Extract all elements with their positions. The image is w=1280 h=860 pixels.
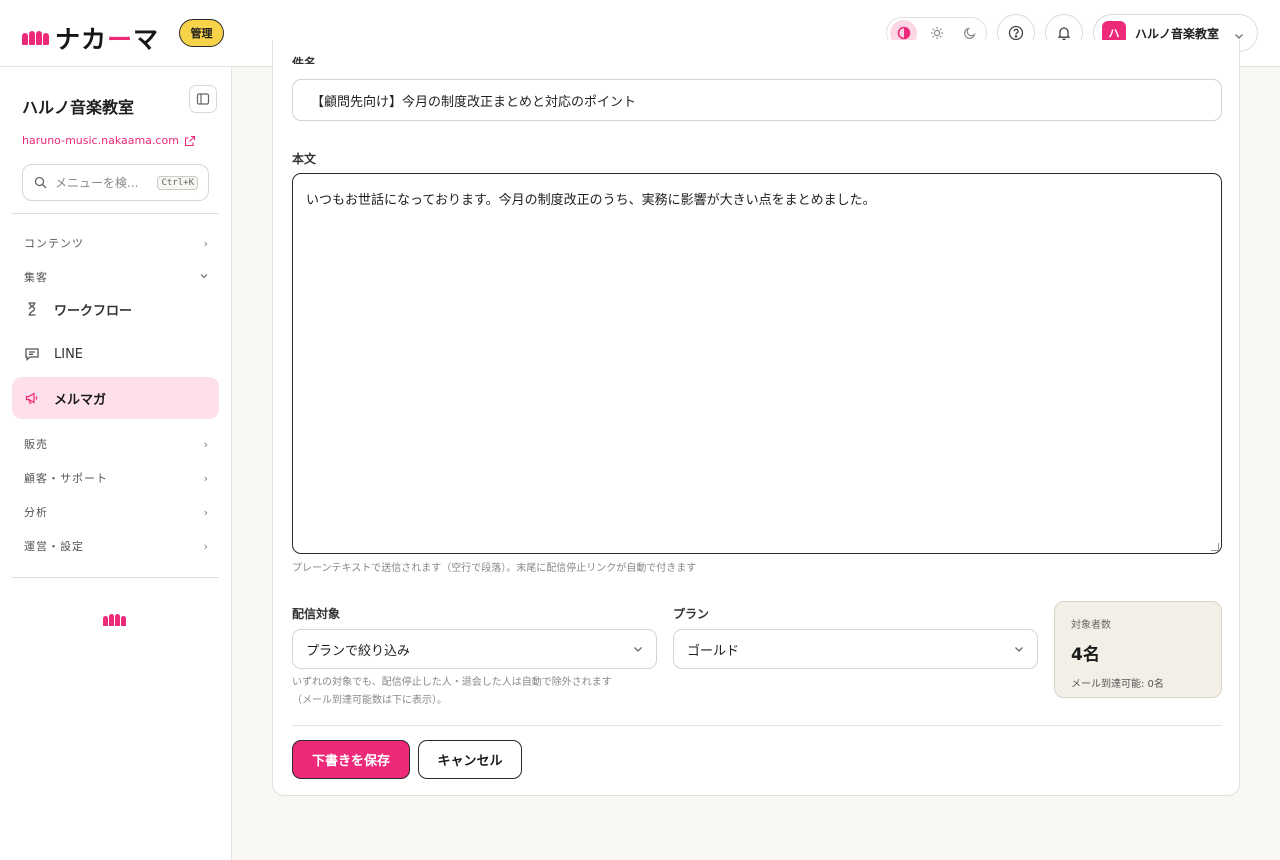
admin-badge: 管理 — [179, 19, 224, 47]
megaphone-icon — [25, 392, 38, 404]
sidebar: ハルノ音楽教室 haruno-music.nakaama.com メニューを検.… — [0, 67, 232, 860]
org-name: ハルノ音楽教室 — [22, 98, 135, 117]
count-title: 対象者数 — [1071, 620, 1111, 631]
subject-value: 【顧問先向け】今月の制度改正まとめと対応のポイント — [311, 94, 637, 110]
body-value: いつもお世話になっております。今月の制度改正のうち、実務に影響が大きい点をまとめ… — [306, 193, 876, 208]
save-draft-button[interactable]: 下書きを保存 — [292, 740, 410, 779]
sidebar-item-newsletter[interactable]: メルマガ — [12, 377, 219, 419]
cancel-button[interactable]: キャンセル — [418, 740, 522, 779]
chevron-down-icon — [632, 643, 644, 659]
sidebar-item-label: LINE — [54, 346, 84, 362]
sidebar-item-workflow[interactable]: ワークフロー — [12, 288, 219, 330]
org-url-text: haruno-music.nakaama.com — [22, 134, 179, 147]
chevron-down-icon — [1013, 643, 1025, 659]
chevron-down-icon — [199, 271, 209, 284]
target-label: 配信対象 — [292, 607, 341, 621]
logo-text: ナカーマ — [55, 25, 160, 54]
chevron-right-icon: › — [203, 437, 209, 451]
search-placeholder: メニューを検... — [55, 176, 139, 190]
group-label: コンテンツ — [24, 237, 84, 250]
footer-logo-icon — [103, 614, 126, 626]
plan-label: プラン — [673, 607, 710, 621]
sidebar-group-contents[interactable]: コンテンツ › — [24, 235, 209, 251]
sidebar-item-line[interactable]: LINE — [12, 333, 219, 375]
chat-icon — [25, 348, 39, 361]
count-value: 4名 — [1071, 645, 1100, 665]
chevron-right-icon: › — [203, 471, 209, 485]
target-value: プランで絞り込み — [306, 643, 411, 659]
sidebar-group-analytics[interactable]: 分析 › — [24, 504, 209, 520]
sidebar-toggle-icon[interactable] — [189, 85, 217, 113]
body-label: 本文 — [292, 152, 317, 166]
app-logo[interactable]: ナカーマ — [22, 20, 159, 56]
sidebar-divider — [12, 213, 219, 214]
group-label: 顧客・サポート — [24, 472, 108, 485]
chevron-right-icon: › — [203, 236, 209, 250]
plan-select[interactable]: ゴールド — [673, 629, 1038, 669]
search-shortcut: Ctrl+K — [157, 176, 198, 190]
recipient-count-box: 対象者数 4名 メール到達可能: 0名 — [1054, 601, 1222, 698]
group-label: 分析 — [24, 506, 48, 519]
menu-search-input[interactable]: メニューを検... Ctrl+K — [22, 164, 209, 201]
plan-value: ゴールド — [687, 643, 740, 659]
sidebar-group-sales[interactable]: 販売 › — [24, 436, 209, 452]
group-label: 販売 — [24, 438, 48, 451]
sidebar-group-customers[interactable]: 顧客・サポート › — [24, 470, 209, 486]
sidebar-group-operations[interactable]: 運営・設定 › — [24, 538, 209, 554]
count-deliverable: メール到達可能: 0名 — [1071, 679, 1164, 690]
resize-handle[interactable] — [1211, 543, 1219, 551]
group-label: 集客 — [24, 271, 48, 284]
body-hint: プレーンテキストで送信されます（空行で段落）。末尾に配信停止リンクが自動で付きま… — [292, 563, 697, 574]
group-label: 運営・設定 — [24, 540, 84, 553]
form-divider — [292, 725, 1222, 726]
search-icon — [34, 176, 47, 189]
sidebar-divider — [12, 577, 219, 578]
account-name: ハルノ音楽教室 — [1135, 26, 1220, 41]
subject-label: 件名 — [292, 56, 317, 64]
target-hint-2: （メール到達可能数は下に表示）。 — [292, 695, 447, 706]
sidebar-item-label: ワークフロー — [54, 303, 133, 319]
sidebar-item-label: メルマガ — [54, 392, 107, 408]
logo-mark-icon — [22, 31, 49, 45]
sidebar-group-marketing[interactable]: 集客 — [24, 269, 209, 285]
target-select[interactable]: プランで絞り込み — [292, 629, 657, 669]
chevron-right-icon: › — [203, 539, 209, 553]
target-hint-1: いずれの対象でも、配信停止した人・退会した人は自動で除外されます — [292, 677, 612, 688]
subject-field[interactable]: 【顧問先向け】今月の制度改正まとめと対応のポイント — [292, 79, 1222, 121]
hourglass-icon — [28, 302, 36, 316]
chevron-right-icon: › — [203, 505, 209, 519]
external-link-icon — [184, 135, 195, 146]
org-url-link[interactable]: haruno-music.nakaama.com — [22, 134, 196, 147]
newsletter-form-card: 件名 【顧問先向け】今月の制度改正まとめと対応のポイント 本文 いつもお世話にな… — [272, 40, 1240, 796]
body-textarea[interactable]: いつもお世話になっております。今月の制度改正のうち、実務に影響が大きい点をまとめ… — [292, 173, 1222, 554]
